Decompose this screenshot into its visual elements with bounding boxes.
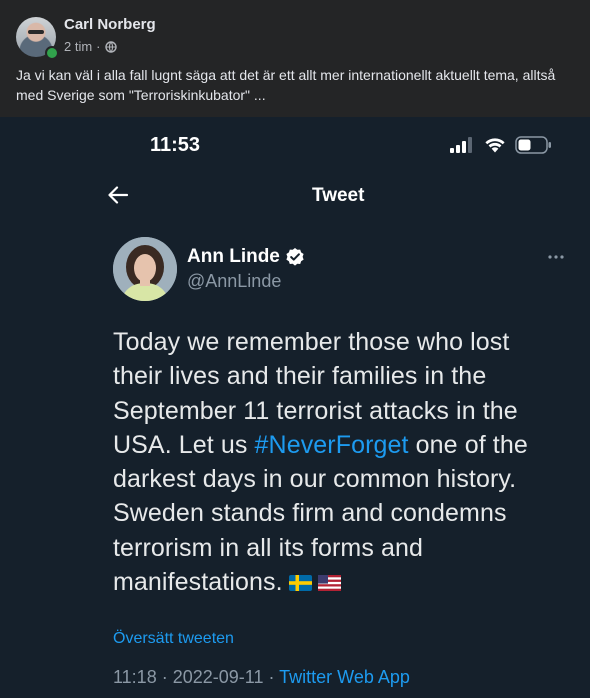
tweet-screenshot: 11:53 Tweet Ann Linde @AnnLinde Today we… [0, 117, 590, 698]
tweet-text-line: USA. Let us #NeverForget one of the [113, 428, 583, 462]
page-title: Tweet [312, 185, 365, 206]
back-arrow-icon[interactable] [107, 184, 129, 206]
post-author-name[interactable]: Carl Norberg [64, 16, 156, 33]
hashtag-link[interactable]: #NeverForget [255, 431, 409, 459]
translate-tweet-link[interactable]: Översätt tweeten [113, 630, 234, 648]
tweet-text-line: September 11 terrorist attacks in the [113, 396, 518, 425]
meta-separator: · [156, 667, 173, 687]
verified-badge-icon [286, 248, 304, 266]
tweet-text-segment: one of the [408, 430, 528, 459]
phone-status-bar: 11:53 [0, 117, 590, 167]
tweet-text-line: their lives and their families in the [113, 362, 487, 391]
post-meta: 2 tim · [64, 39, 117, 54]
tweet-text-line: darkest days in our common history. [113, 465, 517, 494]
us-flag-emoji [317, 575, 341, 592]
wifi-icon [485, 138, 505, 153]
signal-icon [450, 137, 472, 153]
status-clock: 11:53 [150, 134, 201, 156]
tweet-author-handle[interactable]: @AnnLinde [187, 271, 281, 292]
tweet-author-name[interactable]: Ann Linde [187, 246, 280, 268]
facebook-post-header: Carl Norberg 2 tim · Ja vi kan väl i all… [0, 0, 590, 117]
tweet-timestamp-row: 11:18 · 2022-09-11 · Twitter Web App [113, 667, 410, 688]
meta-separator: · [263, 667, 280, 687]
tweet-text-segment: manifestations. [113, 568, 283, 597]
tweet-text: Today we remember those who lost their l… [113, 325, 583, 599]
tweet-date[interactable]: 2022-09-11 [173, 667, 264, 687]
source-app-link[interactable]: Twitter Web App [279, 667, 410, 687]
tweet-time[interactable]: 11:18 [113, 667, 157, 687]
post-text: Ja vi kan väl i alla fall lugnt säga att… [16, 65, 590, 105]
avatar-glasses [28, 30, 44, 34]
tweet-top-bar: Tweet [0, 175, 590, 215]
meta-separator: · [96, 39, 101, 54]
post-text-line: med Sverige som "Terroriskinkubator" ... [16, 87, 266, 103]
more-options-icon[interactable] [547, 254, 565, 260]
tweet-text-line: terrorism in all its forms and [113, 533, 424, 562]
post-text-line: Ja vi kan väl i alla fall lugnt säga att… [16, 67, 556, 83]
tweet-text-line: manifestations. [113, 565, 583, 599]
swedish-flag-emoji [288, 575, 312, 592]
avatar-portrait [113, 237, 177, 301]
tweet-author-avatar[interactable] [113, 237, 177, 301]
battery-icon [515, 136, 551, 154]
tweet-text-segment: USA. Let us [113, 430, 255, 459]
tweet-text-line: Today we remember those who lost [113, 328, 510, 356]
globe-icon[interactable] [104, 40, 117, 53]
post-time[interactable]: 2 tim [64, 39, 92, 54]
tweet-author-row: Ann Linde [187, 246, 305, 268]
tweet-text-line: Sweden stands firm and condemns [113, 499, 507, 528]
online-status-dot [45, 46, 59, 60]
